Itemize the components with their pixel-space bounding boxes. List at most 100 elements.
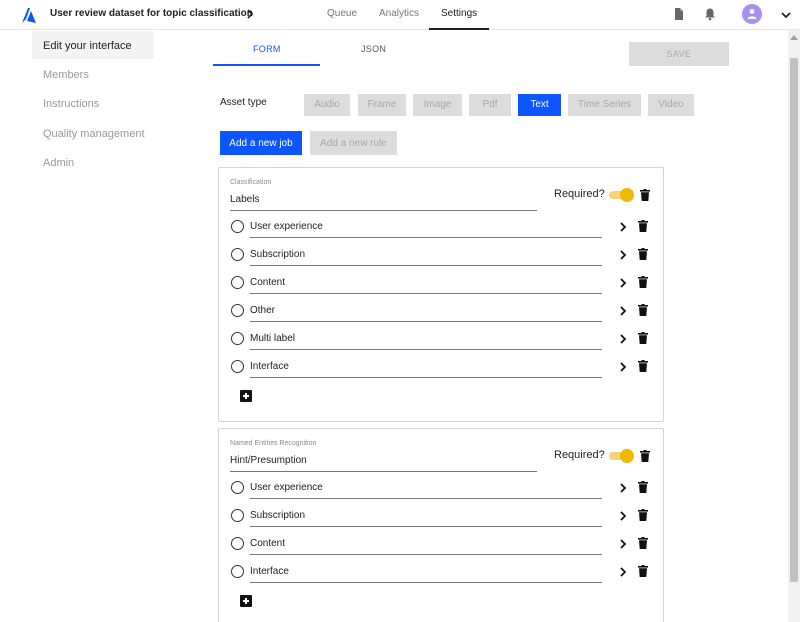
asset-type-time-series[interactable]: Time Series	[568, 94, 641, 116]
radio-button[interactable]	[231, 332, 244, 345]
delete-option-icon[interactable]	[638, 248, 648, 260]
required-toggle[interactable]	[609, 188, 635, 202]
nav-tab-queue[interactable]: Queue	[327, 8, 357, 19]
sidebar-item-admin[interactable]: Admin	[43, 157, 74, 169]
option-underline	[250, 349, 602, 350]
chevron-down-icon[interactable]	[780, 10, 792, 20]
radio-button[interactable]	[231, 276, 244, 289]
asset-type-image[interactable]: Image	[413, 94, 462, 116]
add-job-button[interactable]: Add a new job	[220, 131, 302, 155]
option-row: Subscription	[219, 503, 663, 531]
option-label[interactable]: Interface	[250, 566, 289, 577]
radio-button[interactable]	[231, 509, 244, 522]
nav-active-indicator	[429, 28, 489, 30]
option-label[interactable]: Content	[250, 538, 285, 549]
delete-option-icon[interactable]	[638, 220, 648, 232]
tab-active-indicator	[213, 64, 320, 66]
radio-button[interactable]	[231, 565, 244, 578]
bell-icon[interactable]	[703, 7, 717, 21]
asset-type-audio[interactable]: Audio	[304, 94, 350, 116]
delete-option-icon[interactable]	[638, 509, 648, 521]
add-rule-button[interactable]: Add a new rule	[310, 131, 397, 155]
add-option-icon[interactable]	[240, 595, 252, 607]
chevron-right-icon[interactable]	[619, 221, 627, 233]
asset-type-pdf[interactable]: Pdf	[469, 94, 511, 116]
asset-type-frame[interactable]: Frame	[358, 94, 406, 116]
option-row: Subscription	[219, 242, 663, 270]
chevron-right-icon[interactable]	[245, 8, 255, 20]
sidebar-item-members[interactable]: Members	[43, 69, 89, 81]
chevron-right-icon[interactable]	[619, 333, 627, 345]
nav-tab-settings[interactable]: Settings	[441, 8, 477, 19]
job-card-classification: Classification Labels Required? User exp…	[218, 167, 664, 422]
chevron-right-icon[interactable]	[619, 538, 627, 550]
option-label[interactable]: User experience	[250, 482, 323, 493]
delete-option-icon[interactable]	[638, 565, 648, 577]
option-label[interactable]: Subscription	[250, 510, 305, 521]
chevron-right-icon[interactable]	[619, 361, 627, 373]
toggle-knob	[620, 188, 634, 202]
option-underline	[250, 582, 602, 583]
chevron-right-icon[interactable]	[619, 566, 627, 578]
scrollbar-thumb[interactable]	[790, 58, 798, 582]
delete-option-icon[interactable]	[638, 537, 648, 549]
option-label[interactable]: Multi label	[250, 333, 295, 344]
delete-job-icon[interactable]	[640, 189, 650, 201]
delete-option-icon[interactable]	[638, 304, 648, 316]
option-label[interactable]: Interface	[250, 361, 289, 372]
add-option-icon[interactable]	[240, 390, 252, 402]
avatar[interactable]	[742, 4, 762, 24]
save-button[interactable]: SAVE	[629, 42, 729, 66]
sidebar-item-quality-management[interactable]: Quality management	[43, 128, 145, 140]
radio-button[interactable]	[231, 360, 244, 373]
project-title[interactable]: User review dataset for topic classifica…	[50, 8, 253, 19]
option-underline	[250, 321, 602, 322]
delete-option-icon[interactable]	[638, 332, 648, 344]
tab-form[interactable]: FORM	[253, 44, 281, 54]
chevron-right-icon[interactable]	[619, 249, 627, 261]
delete-option-icon[interactable]	[638, 276, 648, 288]
option-row: Interface	[219, 559, 663, 587]
option-underline	[250, 498, 602, 499]
job-name-input[interactable]: Labels	[230, 194, 259, 205]
job-type-label: Classification	[230, 179, 272, 186]
tab-json[interactable]: JSON	[361, 44, 386, 54]
logo-icon[interactable]	[18, 5, 38, 25]
asset-type-video[interactable]: Video	[648, 94, 694, 116]
option-underline	[250, 526, 602, 527]
radio-button[interactable]	[231, 537, 244, 550]
asset-type-text[interactable]: Text	[518, 94, 561, 116]
delete-option-icon[interactable]	[638, 481, 648, 493]
radio-button[interactable]	[231, 220, 244, 233]
chevron-right-icon[interactable]	[619, 305, 627, 317]
required-label: Required?	[554, 449, 605, 461]
option-label[interactable]: Subscription	[250, 249, 305, 260]
option-label[interactable]: Other	[250, 305, 275, 316]
radio-button[interactable]	[231, 304, 244, 317]
option-label[interactable]: User experience	[250, 221, 323, 232]
sidebar-item-instructions[interactable]: Instructions	[43, 98, 99, 110]
sidebar-item-edit-interface[interactable]: Edit your interface	[43, 40, 132, 52]
delete-job-icon[interactable]	[640, 450, 650, 462]
chevron-right-icon[interactable]	[619, 277, 627, 289]
asset-type-label: Asset type	[220, 97, 267, 108]
option-label[interactable]: Content	[250, 277, 285, 288]
document-icon[interactable]	[672, 7, 686, 21]
job-type-label: Named Entities Recognition	[230, 440, 317, 447]
delete-option-icon[interactable]	[638, 360, 648, 372]
required-label: Required?	[554, 188, 605, 200]
job-name-input[interactable]: Hint/Presumption	[230, 455, 307, 466]
chevron-right-icon[interactable]	[619, 482, 627, 494]
option-row: Content	[219, 531, 663, 559]
option-row: Interface	[219, 354, 663, 382]
radio-button[interactable]	[231, 248, 244, 261]
required-toggle[interactable]	[609, 449, 635, 463]
radio-button[interactable]	[231, 481, 244, 494]
chevron-right-icon[interactable]	[619, 510, 627, 522]
option-underline	[250, 265, 602, 266]
option-underline	[250, 237, 602, 238]
option-row: Other	[219, 298, 663, 326]
nav-tab-analytics[interactable]: Analytics	[379, 8, 419, 19]
top-bar: User review dataset for topic classifica…	[0, 0, 800, 30]
scroll-up-icon[interactable]	[790, 35, 798, 40]
